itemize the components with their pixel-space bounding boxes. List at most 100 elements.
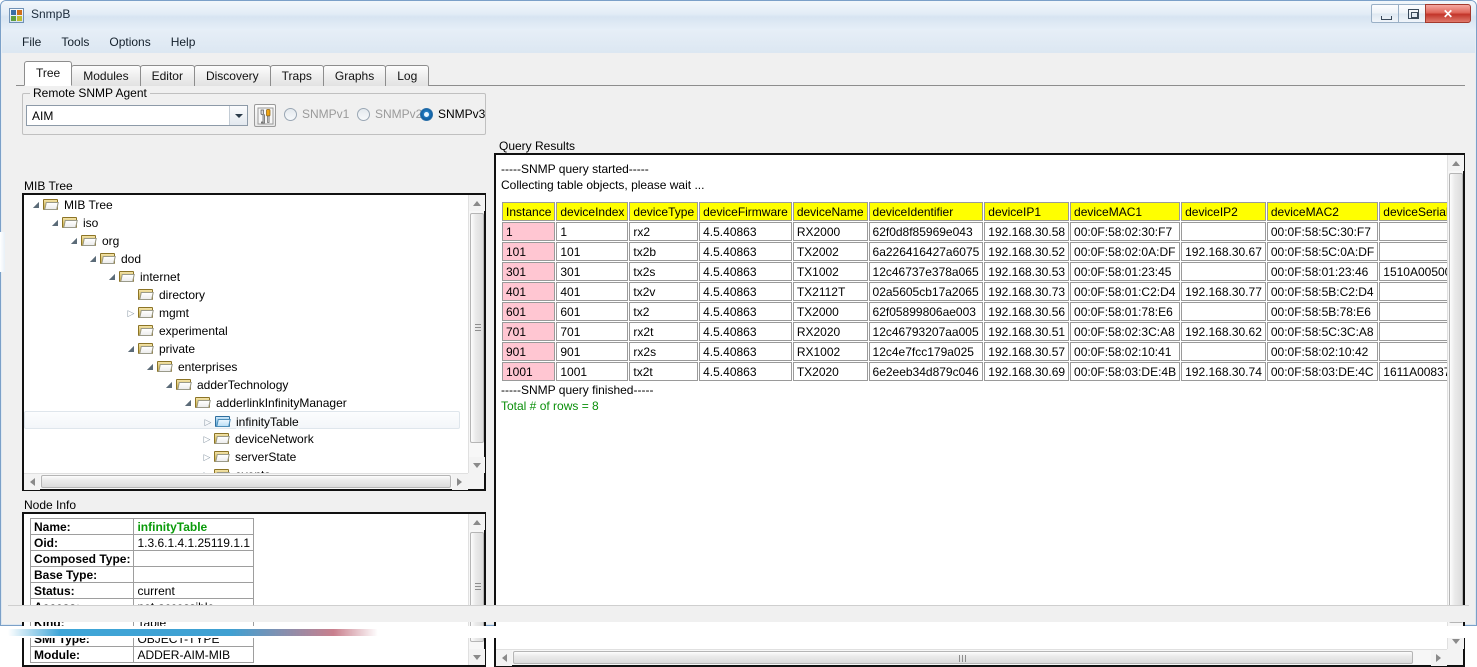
table-cell[interactable]: 12c4e7fcc179a025 — [868, 342, 984, 361]
results-table[interactable]: Instance deviceIndex deviceType deviceFirmw… — [501, 201, 1447, 382]
snmpv3-radio[interactable]: SNMPv3 — [420, 107, 485, 121]
agent-settings-button[interactable] — [254, 104, 276, 127]
mib-tree-list[interactable]: MIB Tree isoorgdod internet directory mgmt ex… — [24, 195, 468, 473]
table-cell[interactable]: RX2000 — [792, 222, 868, 241]
menu-item-tools[interactable]: Tools — [51, 32, 99, 52]
instance-cell[interactable]: 901 — [502, 342, 556, 361]
mib-tree-node-serverState[interactable]: serverState — [24, 447, 468, 465]
menu-item-file[interactable]: File — [12, 32, 51, 52]
expander-open-icon[interactable] — [163, 375, 175, 394]
table-cell[interactable]: 02a5605cb17a2065 — [868, 282, 984, 301]
table-row[interactable]: 401 401 tx2v 4.5.40863 TX2112T 02a5605cb17a20… — [502, 282, 1447, 301]
column-header-deviceIdentifier[interactable]: deviceIdentifier — [868, 202, 984, 221]
table-cell[interactable]: rx2 — [629, 222, 699, 241]
mib-tree-vertical-scrollbar[interactable] — [468, 195, 485, 473]
table-row[interactable]: 301 301 tx2s 4.5.40863 TX1002 12c46737e378a06… — [502, 262, 1447, 281]
table-cell[interactable]: 00:0F:58:03:DE:4B — [1070, 362, 1181, 381]
column-header-deviceFirmware[interactable]: deviceFirmware — [699, 202, 792, 221]
table-cell[interactable]: 00:0F:58:02:10:42 — [1266, 342, 1379, 361]
table-cell[interactable]: tx2v — [629, 282, 699, 301]
column-header-deviceMAC2[interactable]: deviceMAC2 — [1266, 202, 1379, 221]
table-cell[interactable]: TX2112T — [792, 282, 868, 301]
table-cell[interactable]: tx2 — [629, 302, 699, 321]
instance-cell[interactable]: 1 — [502, 222, 556, 241]
mib-tree-node-events[interactable]: events — [24, 465, 468, 473]
scroll-up-icon[interactable] — [469, 514, 485, 530]
table-cell[interactable]: 101 — [556, 242, 629, 261]
menu-item-help[interactable]: Help — [161, 32, 206, 52]
table-cell[interactable]: 192.168.30.58 — [984, 222, 1070, 241]
table-cell[interactable]: 00:0F:58:5C:30:F7 — [1266, 222, 1379, 241]
mib-tree-node-dod[interactable]: dod — [24, 249, 468, 267]
table-cell[interactable]: 1 — [556, 222, 629, 241]
table-cell[interactable]: 00:0F:58:5B:78:E6 — [1266, 302, 1379, 321]
column-header-deviceType[interactable]: deviceType — [629, 202, 699, 221]
table-cell[interactable]: 00:0F:58:01:C2:D4 — [1070, 282, 1181, 301]
table-cell[interactable]: 00:0F:58:5C:3C:A8 — [1266, 322, 1379, 341]
mib-tree-node-adderTechnology[interactable]: adderTechnology — [24, 375, 468, 393]
table-cell[interactable] — [1379, 322, 1447, 341]
mib-tree-node-internet[interactable]: internet — [24, 267, 468, 285]
table-cell[interactable]: 00:0F:58:01:78:E6 — [1070, 302, 1181, 321]
table-row[interactable]: 901 901 rx2s 4.5.40863 RX1002 12c4e7fcc179a02… — [502, 342, 1447, 361]
table-cell[interactable]: 6e2eeb34d879c046 — [868, 362, 984, 381]
table-cell[interactable]: 192.168.30.53 — [984, 262, 1070, 281]
column-header-deviceIP2[interactable]: deviceIP2 — [1181, 202, 1266, 221]
table-cell[interactable]: 00:0F:58:02:30:F7 — [1070, 222, 1181, 241]
table-cell[interactable]: 192.168.30.51 — [984, 322, 1070, 341]
instance-cell[interactable]: 701 — [502, 322, 556, 341]
mib-tree-node-directory[interactable]: directory — [24, 285, 468, 303]
table-cell[interactable]: 6a226416427a6075 — [868, 242, 984, 261]
mib-tree-node-iso[interactable]: iso — [24, 213, 468, 231]
instance-cell[interactable]: 301 — [502, 262, 556, 281]
table-cell[interactable]: 192.168.30.56 — [984, 302, 1070, 321]
table-cell[interactable] — [1379, 282, 1447, 301]
scroll-right-icon[interactable] — [1431, 650, 1447, 666]
table-row[interactable]: 1 1 rx2 4.5.40863 RX2000 62f0d8f85969e043 192.… — [502, 222, 1447, 241]
table-cell[interactable]: TX2000 — [792, 302, 868, 321]
expander-open-icon[interactable] — [49, 213, 61, 232]
tab-graphs[interactable]: Graphs — [322, 65, 387, 86]
snmpv1-radio[interactable]: SNMPv1 — [284, 107, 349, 121]
query-results-vertical-scrollbar[interactable] — [1447, 155, 1464, 649]
expander-open-icon[interactable] — [106, 267, 118, 286]
table-cell[interactable]: 4.5.40863 — [699, 322, 792, 341]
expander-closed-icon[interactable] — [201, 430, 213, 448]
table-cell[interactable]: 00:0F:58:5C:0A:DF — [1266, 242, 1379, 261]
table-row[interactable]: 1001 1001 tx2t 4.5.40863 TX2020 6e2eeb34d879c… — [502, 362, 1447, 381]
table-cell[interactable]: 192.168.30.67 — [1181, 242, 1266, 261]
scrollbar-thumb[interactable] — [1449, 173, 1463, 623]
instance-cell[interactable]: 401 — [502, 282, 556, 301]
snmpv2c-radio[interactable]: SNMPv2c — [357, 107, 428, 121]
expander-open-icon[interactable] — [144, 357, 156, 376]
scroll-left-icon[interactable] — [24, 474, 40, 490]
table-cell[interactable] — [1181, 342, 1266, 361]
table-cell[interactable]: 12c46793207aa005 — [868, 322, 984, 341]
tab-editor[interactable]: Editor — [139, 65, 195, 86]
table-cell[interactable]: 192.168.30.69 — [984, 362, 1070, 381]
scroll-down-icon[interactable] — [469, 457, 485, 473]
table-cell[interactable] — [1379, 342, 1447, 361]
table-cell[interactable]: 62f05899806ae003 — [868, 302, 984, 321]
table-cell[interactable]: 00:0F:58:01:23:46 — [1266, 262, 1379, 281]
table-cell[interactable]: TX2002 — [792, 242, 868, 261]
table-cell[interactable]: rx2t — [629, 322, 699, 341]
chevron-down-icon[interactable] — [229, 106, 247, 125]
mib-tree-node-MIB Tree[interactable]: MIB Tree — [24, 195, 468, 213]
table-cell[interactable]: 192.168.30.52 — [984, 242, 1070, 261]
table-cell[interactable]: 4.5.40863 — [699, 242, 792, 261]
scroll-left-icon[interactable] — [496, 650, 512, 666]
table-cell[interactable]: 901 — [556, 342, 629, 361]
table-cell[interactable]: 1611A0083796 — [1379, 362, 1447, 381]
table-row[interactable]: 601 601 tx2 4.5.40863 TX2000 62f05899806ae003… — [502, 302, 1447, 321]
table-row[interactable]: 701 701 rx2t 4.5.40863 RX2020 12c46793207aa00… — [502, 322, 1447, 341]
tab-tree[interactable]: Tree — [24, 61, 73, 86]
minimize-button[interactable] — [1371, 4, 1399, 23]
table-cell[interactable]: 1510A0050000 — [1379, 262, 1447, 281]
table-cell[interactable] — [1181, 262, 1266, 281]
table-cell[interactable]: tx2b — [629, 242, 699, 261]
table-cell[interactable]: TX2020 — [792, 362, 868, 381]
table-cell[interactable]: RX1002 — [792, 342, 868, 361]
table-cell[interactable]: 192.168.30.62 — [1181, 322, 1266, 341]
instance-cell[interactable]: 101 — [502, 242, 556, 261]
